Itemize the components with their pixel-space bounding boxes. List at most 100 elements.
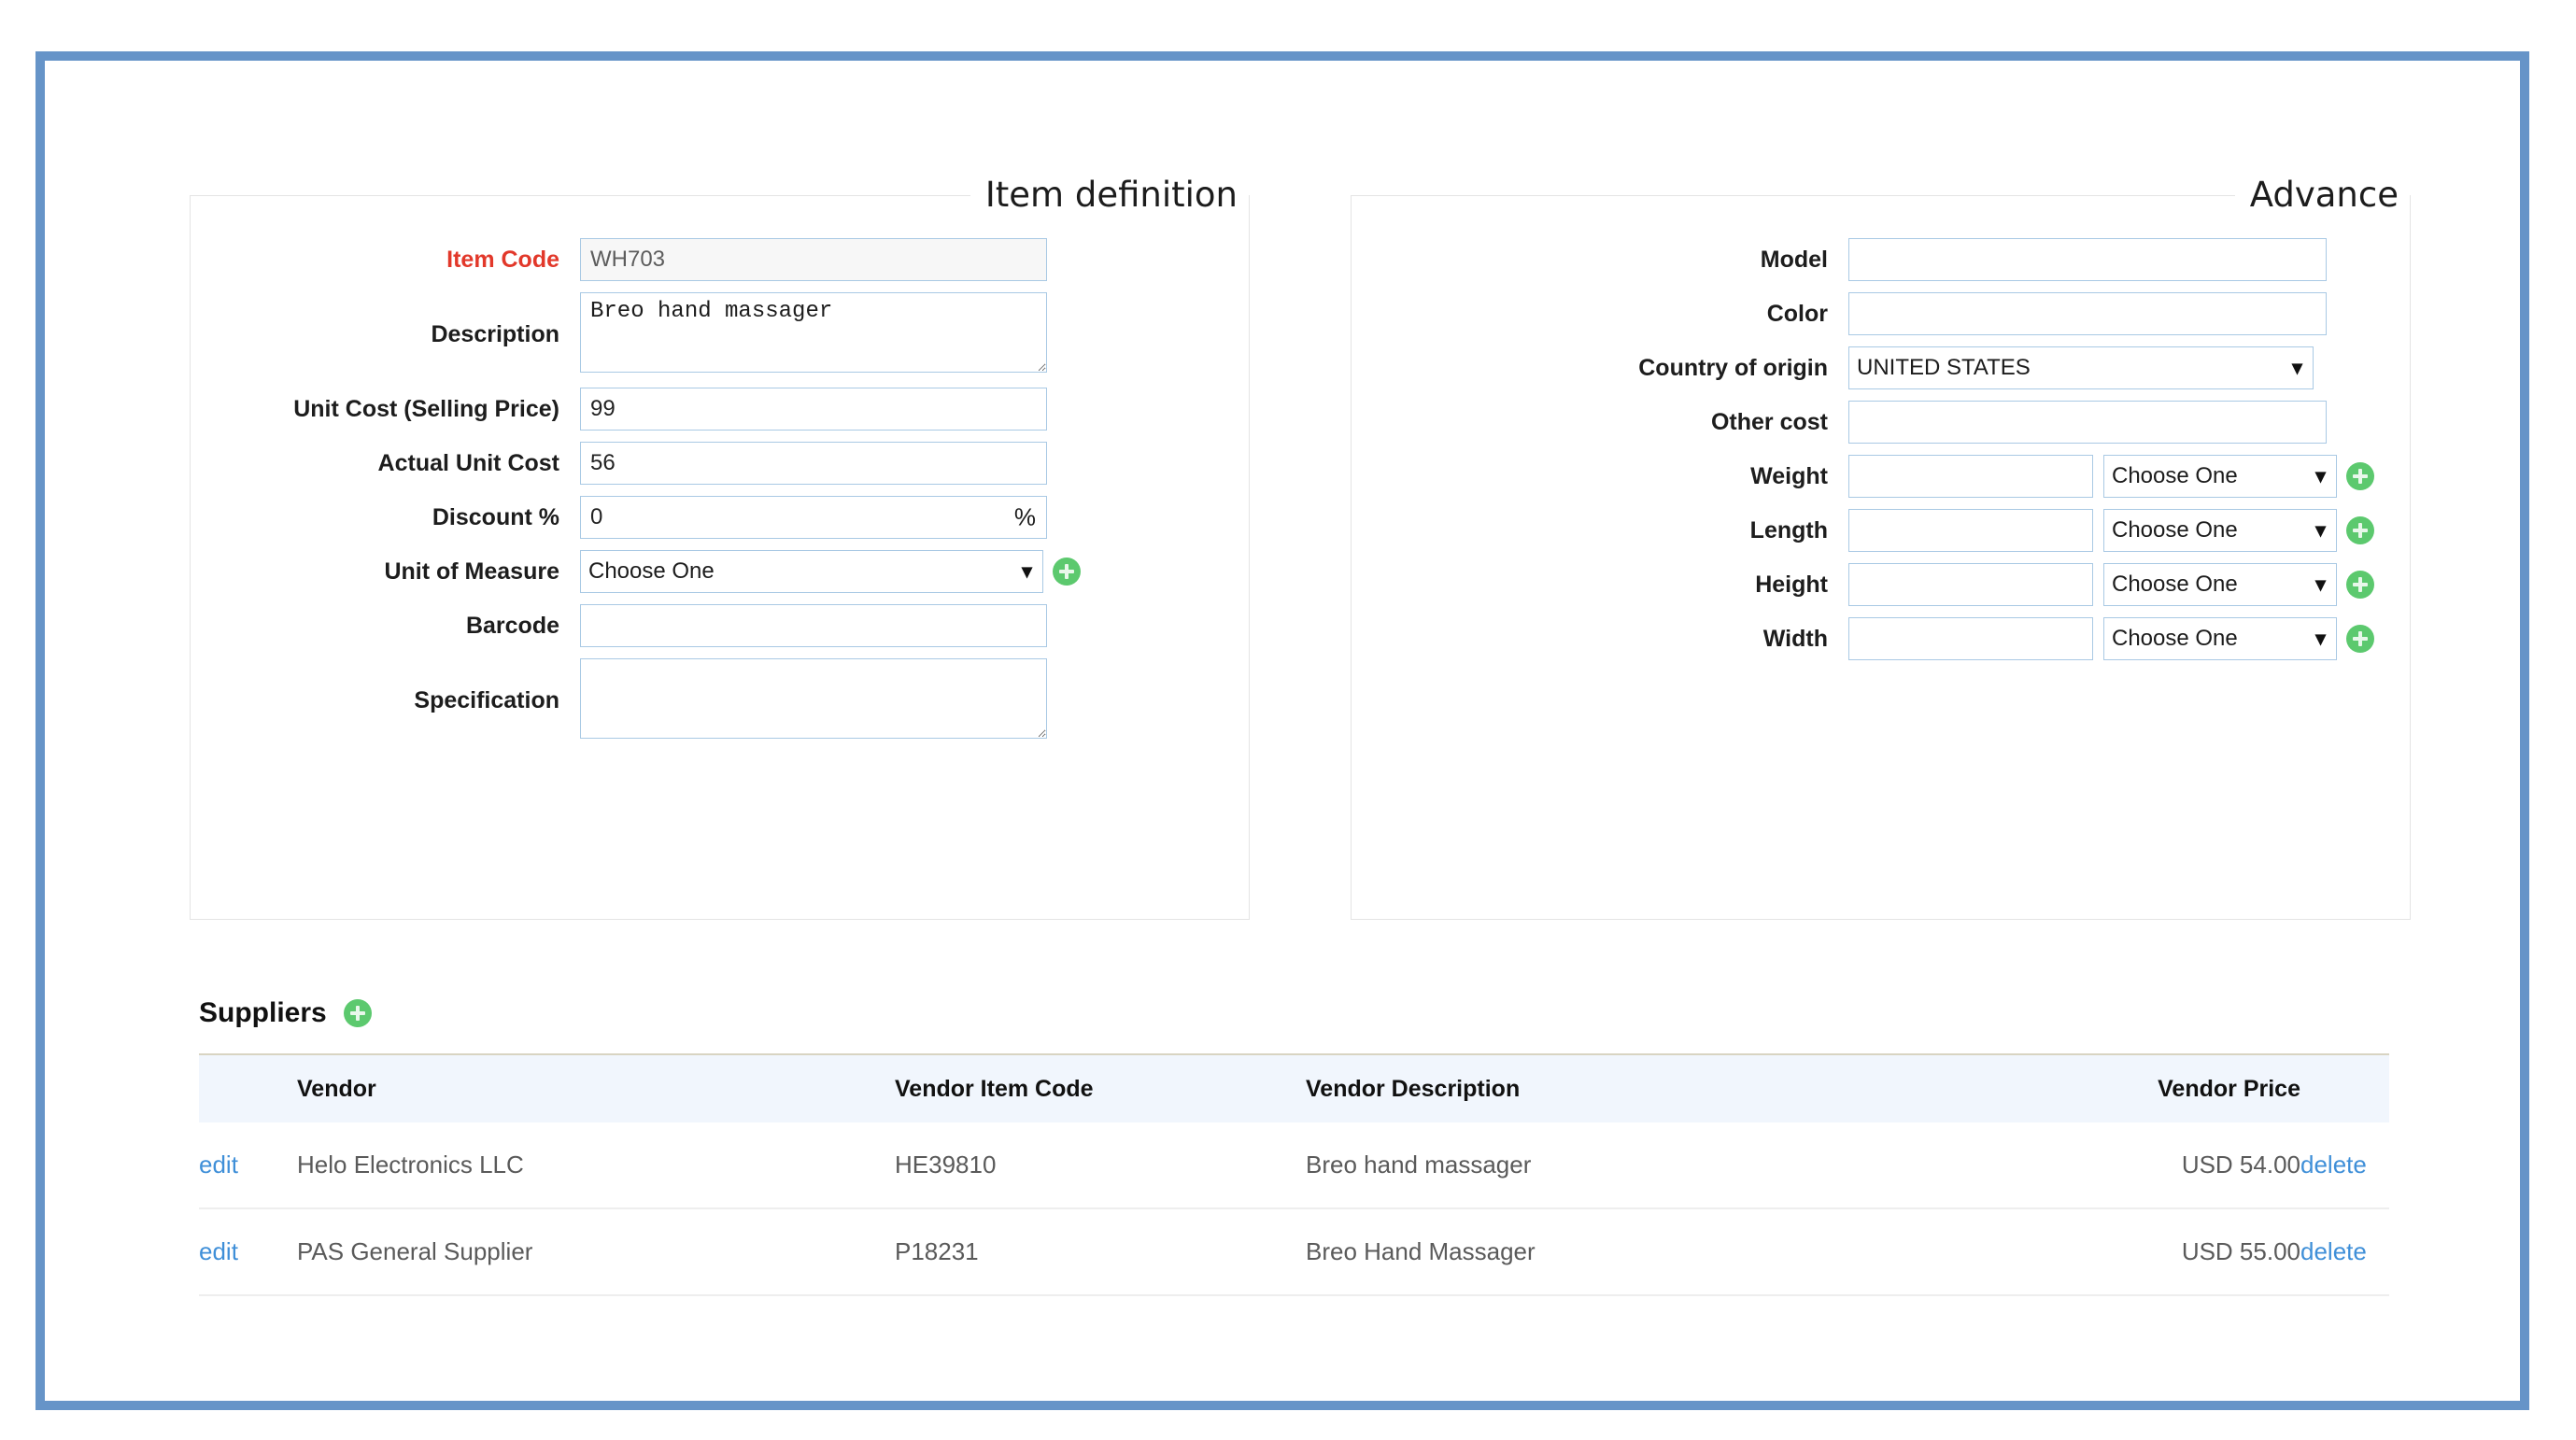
other-cost-input[interactable] [1848,400,2327,444]
description-textarea[interactable]: Breo hand massager [580,291,1047,373]
other-cost-control [1848,400,2327,444]
unit-of-measure-select-wrap: Choose One ▾ [580,549,1043,593]
add-weight-unit-holder [2337,455,2374,498]
actual-unit-cost-label: Actual Unit Cost [377,449,559,476]
color-input[interactable] [1848,291,2327,335]
weight-label: Weight [1750,462,1828,489]
item-definition-panel: Item definition Item Code Description Br… [190,176,1250,920]
width-unit-select-wrap: Choose One ▾ [2103,616,2337,660]
weight-control: Choose One ▾ [1848,454,2374,498]
add-width-unit-holder [2337,617,2374,660]
cell-edit: edit [199,1208,297,1296]
field-row-height: Height Choose One ▾ [1352,562,2410,606]
field-row-barcode: Barcode [191,603,1249,647]
field-row-other-cost: Other cost [1352,400,2410,444]
width-label: Width [1762,625,1828,652]
unit-cost-input[interactable] [580,387,1047,431]
field-row-country-of-origin: Country of origin UNITED STATES ▾ [1352,346,2410,389]
cell-vendor: Helo Electronics LLC [297,1122,895,1209]
weight-unit-select[interactable]: Choose One [2103,454,2337,498]
cell-delete: delete [2300,1122,2389,1209]
model-label: Model [1760,246,1828,273]
specification-control [580,657,1047,739]
width-control: Choose One ▾ [1848,616,2374,660]
field-row-actual-unit-cost: Actual Unit Cost [191,441,1249,485]
country-of-origin-select[interactable]: UNITED STATES [1848,346,2314,389]
length-input[interactable] [1848,508,2093,552]
suppliers-table: Vendor Vendor Item Code Vendor Descripti… [199,1053,2389,1296]
item-code-input[interactable] [580,237,1047,281]
unit-of-measure-select[interactable]: Choose One [580,549,1043,593]
discount-label: Discount % [432,503,559,530]
item-code-control [580,237,1047,281]
discount-control: % [580,495,1047,539]
weight-input[interactable] [1848,454,2093,498]
specification-label: Specification [414,686,559,713]
cell-vendor-price: USD 54.00 [1974,1122,2300,1209]
width-unit-select[interactable]: Choose One [2103,616,2337,660]
model-input[interactable] [1848,237,2327,281]
length-unit-select-wrap: Choose One ▾ [2103,508,2337,552]
edit-link[interactable]: edit [199,1237,238,1265]
th-edit [199,1053,297,1122]
cell-vendor-price: USD 55.00 [1974,1208,2300,1296]
height-unit-select[interactable]: Choose One [2103,562,2337,606]
width-input[interactable] [1848,616,2093,660]
field-row-discount: Discount % % [191,495,1249,539]
description-control: Breo hand massager [580,291,1047,373]
country-of-origin-control: UNITED STATES ▾ [1848,346,2314,389]
th-vendor: Vendor [297,1053,895,1122]
color-label: Color [1766,300,1828,327]
add-length-unit-holder [2337,509,2374,552]
other-cost-label: Other cost [1710,408,1828,435]
unit-cost-label: Unit Cost (Selling Price) [293,395,559,422]
th-vendor-description: Vendor Description [1306,1053,1974,1122]
plus-circle-icon-add-supplier[interactable] [343,999,372,1027]
field-row-item-code: Item Code [191,237,1249,281]
field-row-description: Description Breo hand massager [191,291,1249,376]
unit-of-measure-control: Choose One ▾ [580,549,1081,593]
suppliers-table-head: Vendor Vendor Item Code Vendor Descripti… [199,1053,2389,1122]
field-row-unit-cost: Unit Cost (Selling Price) [191,387,1249,431]
length-control: Choose One ▾ [1848,508,2374,552]
cell-vendor-description: Breo Hand Massager [1306,1208,1974,1296]
suppliers-section: Suppliers Vendor Vendor Item Code Vendor… [199,999,2389,1296]
length-label: Length [1749,516,1828,544]
th-vendor-price: Vendor Price [1974,1053,2300,1122]
th-delete [2300,1053,2389,1122]
cell-vendor: PAS General Supplier [297,1208,895,1296]
plus-circle-icon-unit-of-measure[interactable] [1053,557,1081,586]
height-label: Height [1755,571,1828,598]
delete-link[interactable]: delete [2300,1151,2367,1179]
edit-link[interactable]: edit [199,1151,238,1179]
th-vendor-item-code: Vendor Item Code [895,1053,1306,1122]
description-label: Description [431,320,559,347]
add-height-unit-holder [2337,563,2374,606]
delete-link[interactable]: delete [2300,1237,2367,1265]
field-row-specification: Specification [191,657,1249,742]
plus-circle-icon-height[interactable] [2346,570,2374,599]
barcode-label: Barcode [465,612,559,639]
add-unit-of-measure-holder [1043,550,1081,593]
suppliers-title: Suppliers [199,997,327,1028]
discount-input[interactable] [580,495,1047,539]
cell-vendor-description: Breo hand massager [1306,1122,1974,1209]
barcode-control [580,603,1047,647]
suppliers-table-body: edit Helo Electronics LLC HE39810 Breo h… [199,1122,2389,1296]
advance-body: Model Color Country of origin UNITED STA… [1352,214,2410,660]
item-code-label: Item Code [446,246,559,273]
length-unit-select[interactable]: Choose One [2103,508,2337,552]
plus-circle-icon-weight[interactable] [2346,461,2374,490]
specification-textarea[interactable] [580,657,1047,739]
item-definition-body: Item Code Description Breo hand massager… [191,214,1249,742]
cell-vendor-item-code: HE39810 [895,1122,1306,1209]
height-input[interactable] [1848,562,2093,606]
barcode-input[interactable] [580,603,1047,647]
cell-delete: delete [2300,1208,2389,1296]
plus-circle-icon-width[interactable] [2346,624,2374,653]
country-of-origin-label: Country of origin [1638,354,1828,381]
field-row-unit-of-measure: Unit of Measure Choose One ▾ [191,549,1249,593]
unit-cost-control [580,387,1047,431]
actual-unit-cost-input[interactable] [580,441,1047,485]
plus-circle-icon-length[interactable] [2346,515,2374,544]
